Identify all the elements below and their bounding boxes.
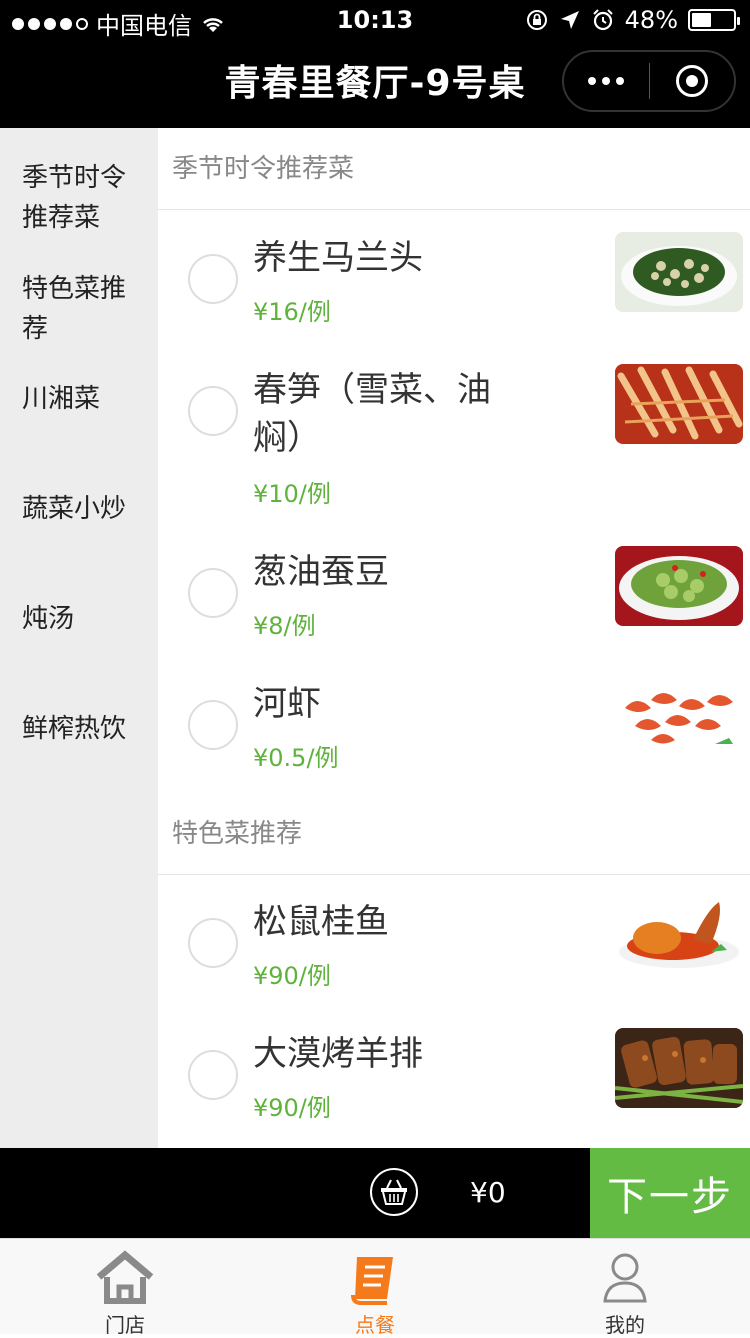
- dish-name: 葱油蚕豆: [253, 552, 389, 592]
- dish-price: ¥90/例: [253, 962, 331, 990]
- tab-store[interactable]: 门店: [0, 1239, 250, 1337]
- section-title: 特色菜推荐: [158, 793, 750, 875]
- basket-icon[interactable]: [370, 1168, 418, 1216]
- dish-image[interactable]: [615, 896, 743, 976]
- tab-bar: 门店 点餐 我的: [0, 1238, 750, 1337]
- battery-icon: [688, 9, 740, 31]
- sidebar-item-drinks[interactable]: 鲜榨热饮: [22, 709, 140, 749]
- location-icon: [560, 11, 579, 29]
- dish-list: 季节时令推荐菜 养生马兰头 ¥16/例 春笋（雪菜、油焖） ¥10/例 葱油蚕豆…: [158, 128, 750, 1148]
- dish-image[interactable]: [615, 364, 743, 444]
- tab-profile[interactable]: 我的: [500, 1239, 750, 1337]
- sidebar-item-soup[interactable]: 炖汤: [22, 599, 140, 639]
- store-home-icon: [96, 1250, 154, 1304]
- dish-price: ¥10/例: [253, 480, 331, 508]
- status-bar: 中国电信 10:13 48%: [0, 0, 750, 40]
- alarm-icon: [592, 9, 613, 31]
- sidebar-item-sichuan-hunan[interactable]: 川湘菜: [22, 379, 140, 419]
- select-radio[interactable]: [188, 1050, 238, 1100]
- dish-name: 大漠烤羊排: [253, 1034, 423, 1074]
- dish-image[interactable]: [615, 678, 743, 758]
- dish-name: 春笋（雪菜、油焖）: [253, 370, 491, 458]
- order-menu-icon: [351, 1257, 393, 1305]
- dish-price: ¥0.5/例: [253, 744, 339, 772]
- dish-image[interactable]: [615, 1028, 743, 1108]
- cart-bar: ¥0 下一步: [0, 1148, 750, 1238]
- miniprogram-capsule: [562, 50, 736, 112]
- status-right: 48%: [525, 6, 740, 34]
- category-sidebar: 季节时令推荐菜 特色菜推荐 川湘菜 蔬菜小炒 炖汤 鲜榨热饮: [0, 128, 158, 1148]
- cart-total: ¥0: [470, 1176, 506, 1209]
- sidebar-item-vegetables[interactable]: 蔬菜小炒: [22, 489, 140, 529]
- dish-price: ¥90/例: [253, 1094, 331, 1122]
- sidebar-item-specialty[interactable]: 特色菜推荐: [22, 269, 140, 349]
- dish-price: ¥16/例: [253, 298, 331, 326]
- more-icon[interactable]: [564, 52, 649, 110]
- dish-name: 松鼠桂鱼: [253, 902, 389, 942]
- dish-name: 养生马兰头: [253, 238, 423, 278]
- profile-icon: [603, 1253, 647, 1303]
- section-title: 季节时令推荐菜: [158, 128, 750, 210]
- close-miniprogram-icon[interactable]: [650, 52, 735, 110]
- dish-price: ¥8/例: [253, 612, 316, 640]
- dish-name: 河虾: [253, 684, 321, 724]
- select-radio[interactable]: [188, 568, 238, 618]
- select-radio[interactable]: [188, 254, 238, 304]
- battery-percent: 48%: [624, 6, 678, 34]
- sidebar-item-seasonal[interactable]: 季节时令推荐菜: [22, 158, 140, 238]
- select-radio[interactable]: [188, 386, 238, 436]
- select-radio[interactable]: [188, 918, 238, 968]
- dish-image[interactable]: [615, 232, 743, 312]
- dish-image[interactable]: [615, 546, 743, 626]
- tab-order[interactable]: 点餐: [250, 1239, 500, 1337]
- next-step-button[interactable]: 下一步: [590, 1148, 750, 1238]
- select-radio[interactable]: [188, 700, 238, 750]
- lock-rotation-icon: [526, 10, 547, 30]
- top-bar: 中国电信 10:13 48% 青春里餐厅-9号桌: [0, 0, 750, 128]
